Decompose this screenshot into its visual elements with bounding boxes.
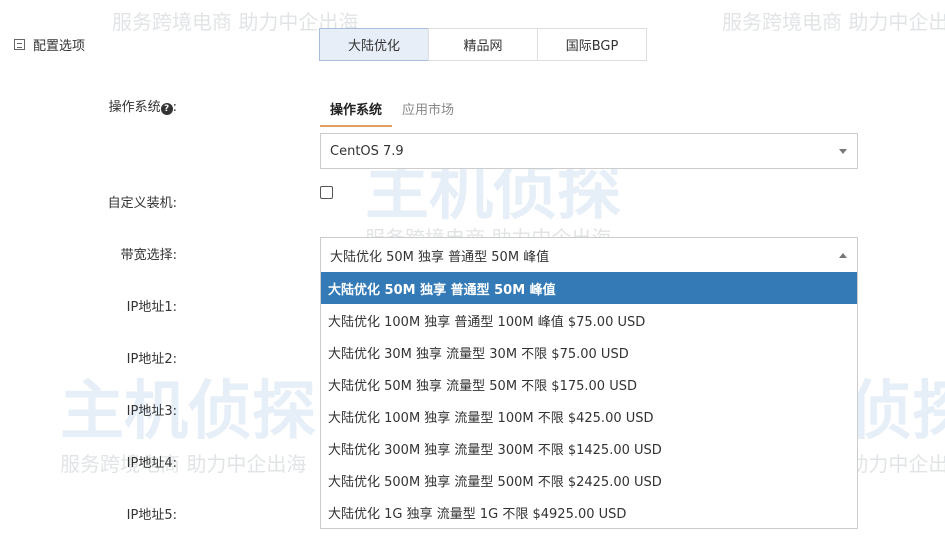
- help-icon[interactable]: ?: [160, 103, 173, 115]
- ip3-label: IP地址3:: [126, 404, 177, 419]
- os-select-value: CentOS 7.9: [330, 143, 404, 159]
- custom-install-label: 自定义装机:: [107, 196, 177, 211]
- watermark-slogan: 服务跨境电商 助力中企出海: [722, 10, 945, 34]
- bandwidth-label: 带宽选择:: [120, 248, 177, 263]
- chevron-up-icon: [839, 248, 847, 258]
- dropdown-option[interactable]: 大陆优化 50M 独享 流量型 50M 不限 $175.00 USD: [321, 368, 857, 400]
- chevron-down-icon: [839, 149, 847, 158]
- list-icon: [14, 39, 25, 50]
- bandwidth-select-value: 大陆优化 50M 独享 普通型 50M 峰值: [330, 249, 550, 265]
- os-label-colon: :: [172, 100, 177, 115]
- tab-os[interactable]: 操作系统: [320, 95, 393, 127]
- tab-mainland[interactable]: 大陆优化: [319, 28, 429, 61]
- dropdown-option[interactable]: 大陆优化 100M 独享 普通型 100M 峰值 $75.00 USD: [321, 304, 857, 336]
- dropdown-option[interactable]: 大陆优化 30M 独享 流量型 30M 不限 $75.00 USD: [321, 336, 857, 368]
- ip2-label: IP地址2:: [126, 352, 177, 367]
- ip5-label: IP地址5:: [126, 508, 177, 523]
- watermark-slogan: 服务跨境电商 助力中企出海: [60, 452, 307, 476]
- bandwidth-select[interactable]: 大陆优化 50M 独享 普通型 50M 峰值: [320, 237, 858, 273]
- dropdown-option[interactable]: 大陆优化 500M 独享 流量型 500M 不限 $2425.00 USD: [321, 464, 857, 496]
- dropdown-option[interactable]: 大陆优化 1G 独享 流量型 1G 不限 $4925.00 USD: [321, 496, 857, 528]
- section-title: 配置选项: [33, 39, 86, 54]
- dropdown-option[interactable]: 大陆优化 100M 独享 流量型 100M 不限 $425.00 USD: [321, 400, 857, 432]
- tab-app-market[interactable]: 应用市场: [392, 95, 464, 127]
- dropdown-option[interactable]: 大陆优化 300M 独享 流量型 300M 不限 $1425.00 USD: [321, 432, 857, 464]
- tab-intl-bgp[interactable]: 国际BGP: [537, 28, 647, 61]
- config-section-header: 配置选项: [14, 35, 85, 54]
- bandwidth-dropdown: 大陆优化 50M 独享 普通型 50M 峰值 大陆优化 100M 独享 普通型 …: [320, 272, 858, 529]
- os-select[interactable]: CentOS 7.9: [320, 133, 858, 169]
- os-label-text: 操作系统: [108, 100, 161, 115]
- custom-install-checkbox[interactable]: [320, 186, 333, 199]
- dropdown-option[interactable]: 大陆优化 50M 独享 普通型 50M 峰值: [321, 272, 857, 304]
- os-tabs: 操作系统 应用市场: [320, 95, 464, 127]
- region-tabs: 大陆优化 精品网 国际BGP: [319, 28, 647, 61]
- tab-premium[interactable]: 精品网: [428, 28, 538, 61]
- ip1-label: IP地址1:: [126, 300, 177, 315]
- ip4-label: IP地址4:: [126, 456, 177, 471]
- watermark-logo: 主机侦探: [60, 375, 316, 449]
- os-label: 操作系统?:: [109, 96, 177, 115]
